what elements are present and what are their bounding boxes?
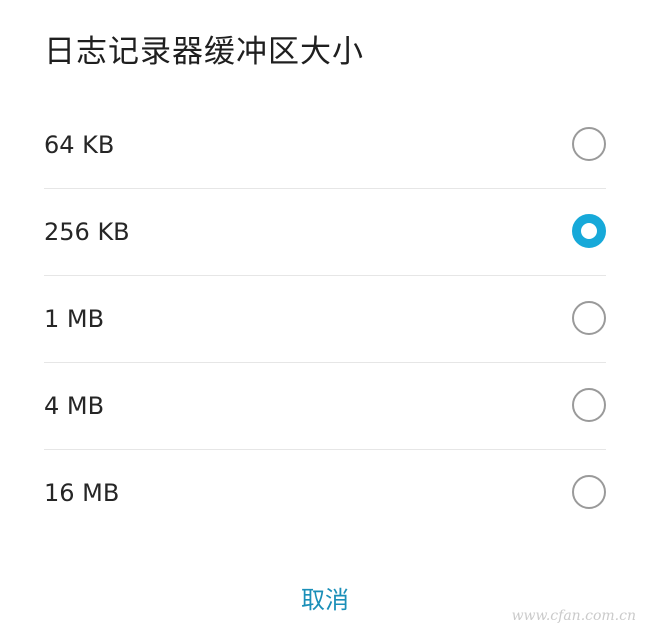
radio-button-checked-icon[interactable] bbox=[572, 214, 606, 248]
radio-button-unchecked-icon[interactable] bbox=[572, 301, 606, 335]
option-label: 256 KB bbox=[44, 218, 130, 246]
buffer-size-dialog: 日志记录器缓冲区大小 64 KB 256 KB 1 MB 4 MB 16 MB … bbox=[0, 0, 650, 634]
option-64kb[interactable]: 64 KB bbox=[44, 102, 606, 189]
option-label: 64 KB bbox=[44, 131, 115, 159]
options-list: 64 KB 256 KB 1 MB 4 MB 16 MB bbox=[0, 102, 650, 536]
option-256kb[interactable]: 256 KB bbox=[44, 189, 606, 276]
option-1mb[interactable]: 1 MB bbox=[44, 276, 606, 363]
option-label: 4 MB bbox=[44, 392, 105, 420]
option-label: 16 MB bbox=[44, 479, 120, 507]
option-16mb[interactable]: 16 MB bbox=[44, 450, 606, 536]
option-4mb[interactable]: 4 MB bbox=[44, 363, 606, 450]
radio-button-unchecked-icon[interactable] bbox=[572, 388, 606, 422]
dialog-title: 日志记录器缓冲区大小 bbox=[44, 34, 364, 70]
radio-button-unchecked-icon[interactable] bbox=[572, 475, 606, 509]
watermark: www.cfan.com.cn bbox=[511, 608, 636, 624]
option-label: 1 MB bbox=[44, 305, 105, 333]
radio-button-unchecked-icon[interactable] bbox=[572, 127, 606, 161]
